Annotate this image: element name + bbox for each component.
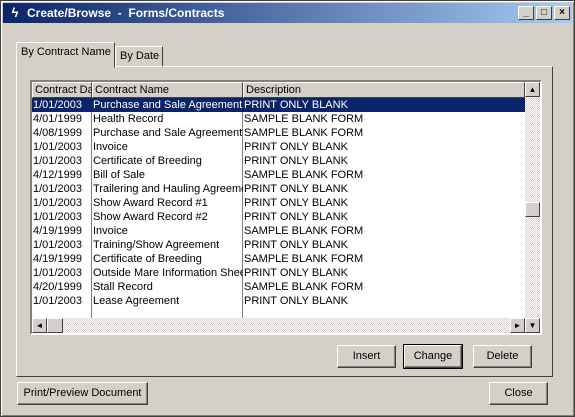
tab-by-contract-name[interactable]: By Contract Name — [16, 42, 115, 68]
column-header-contract-name[interactable]: Contract Name — [92, 82, 243, 98]
minimize-button[interactable]: _ — [518, 6, 534, 20]
scroll-up-icon[interactable]: ▲ — [525, 82, 540, 97]
table-row[interactable]: 1/01/2003 Trailering and Hauling Agreemen… — [32, 182, 525, 196]
table-row[interactable]: 1/01/2003 Lease Agreement PRINT ONLY BLANK — [32, 294, 525, 308]
table-row[interactable]: 4/12/1999 Bill of Sale SAMPLE BLANK FORM — [32, 168, 525, 182]
cell-contract-date: 4/01/1999 — [33, 113, 82, 125]
cell-description: PRINT ONLY BLANK — [244, 183, 348, 195]
cell-description: PRINT ONLY BLANK — [244, 141, 348, 153]
cell-contract-name: Bill of Sale — [93, 169, 145, 181]
vertical-scrollbar[interactable]: ▲ — [525, 82, 540, 318]
cell-contract-name: Invoice — [93, 225, 128, 237]
cell-description: PRINT ONLY BLANK — [244, 99, 348, 111]
horizontal-scroll-thumb[interactable] — [47, 318, 63, 333]
cell-contract-name: Lease Agreement — [93, 295, 180, 307]
scroll-left-icon[interactable]: ◄ — [32, 318, 47, 333]
cell-contract-name: Trailering and Hauling Agreement — [93, 183, 243, 195]
list-header: Contract Date Contract Name Description — [32, 82, 525, 98]
table-row[interactable]: 1/01/2003 Purchase and Sale Agreement PRIN… — [32, 98, 525, 112]
cell-description: SAMPLE BLANK FORM — [244, 281, 364, 293]
cell-contract-date: 1/01/2003 — [33, 183, 82, 195]
cell-contract-date: 1/01/2003 — [33, 141, 82, 153]
table-row[interactable]: 4/19/1999 Certificate of Breeding SAMPLE B… — [32, 252, 525, 266]
cell-description: PRINT ONLY BLANK — [244, 211, 348, 223]
cell-contract-date: 1/01/2003 — [33, 239, 82, 251]
scroll-down-icon[interactable]: ▼ — [525, 318, 540, 333]
print-preview-button[interactable]: Print/Preview Document — [17, 382, 148, 405]
cell-contract-name: Training/Show Agreement — [93, 239, 220, 251]
cell-description: PRINT ONLY BLANK — [244, 267, 348, 279]
table-row[interactable]: 4/20/1999 Stall Record SAMPLE BLANK FORM — [32, 280, 525, 294]
cell-contract-date: 1/01/2003 — [33, 211, 82, 223]
cell-contract-name: Outside Mare Information Sheet — [93, 267, 243, 279]
cell-description: SAMPLE BLANK FORM — [244, 169, 364, 181]
cell-contract-name: Stall Record — [93, 281, 153, 293]
cell-contract-date: 1/01/2003 — [33, 197, 82, 209]
table-row[interactable]: 1/01/2003 Invoice PRINT ONLY BLANK — [32, 140, 525, 154]
contracts-list[interactable]: Contract Date Contract Name Description … — [30, 80, 542, 335]
maximize-button[interactable]: □ — [536, 6, 552, 20]
cell-contract-name: Show Award Record #2 — [93, 211, 208, 223]
cell-contract-name: Show Award Record #1 — [93, 197, 208, 209]
cell-contract-name: Purchase and Sale Agreement — [93, 127, 243, 139]
scroll-right-icon[interactable]: ► — [510, 318, 525, 333]
cell-contract-date: 1/01/2003 — [33, 99, 82, 111]
table-row[interactable]: 1/01/2003 Training/Show Agreement PRINT ON… — [32, 238, 525, 252]
cell-description: SAMPLE BLANK FORM — [244, 253, 364, 265]
column-header-description[interactable]: Description — [243, 82, 525, 98]
cell-description: PRINT ONLY BLANK — [244, 155, 348, 167]
window-title: Create/Browse - Forms/Contracts — [27, 6, 225, 20]
table-row[interactable]: 4/08/1999 Purchase and Sale Agreement SAMP… — [32, 126, 525, 140]
cell-contract-date: 4/19/1999 — [33, 225, 82, 237]
close-button[interactable]: Close — [489, 382, 548, 405]
table-row[interactable]: 4/19/1999 Invoice SAMPLE BLANK FORM — [32, 224, 525, 238]
cell-description: SAMPLE BLANK FORM — [244, 127, 364, 139]
cell-contract-date: 4/08/1999 — [33, 127, 82, 139]
cell-contract-date: 1/01/2003 — [33, 267, 82, 279]
cell-description: PRINT ONLY BLANK — [244, 239, 348, 251]
cell-contract-name: Purchase and Sale Agreement — [93, 99, 243, 111]
title-bar[interactable]: ϟ Create/Browse - Forms/Contracts _ □ × — [3, 3, 572, 23]
horizontal-scrollbar[interactable]: ◄ ► — [32, 318, 525, 333]
cell-description: SAMPLE BLANK FORM — [244, 113, 364, 125]
table-row[interactable]: 4/01/1999 Health Record SAMPLE BLANK FORM — [32, 112, 525, 126]
tab-by-date[interactable]: By Date — [115, 46, 163, 68]
app-lightning-icon[interactable]: ϟ — [7, 5, 23, 21]
vertical-scroll-thumb[interactable] — [525, 202, 540, 217]
cell-description: SAMPLE BLANK FORM — [244, 225, 364, 237]
cell-contract-date: 1/01/2003 — [33, 295, 82, 307]
cell-contract-name: Certificate of Breeding — [93, 253, 202, 265]
column-header-contract-date[interactable]: Contract Date — [32, 82, 92, 98]
cell-contract-name: Invoice — [93, 141, 128, 153]
table-row[interactable]: 1/01/2003 Show Award Record #1 PRINT ONLY … — [32, 196, 525, 210]
cell-contract-name: Certificate of Breeding — [93, 155, 202, 167]
cell-contract-date: 4/20/1999 — [33, 281, 82, 293]
cell-contract-date: 4/19/1999 — [33, 253, 82, 265]
table-row[interactable]: 1/01/2003 Certificate of Breeding PRINT ON… — [32, 154, 525, 168]
cell-description: PRINT ONLY BLANK — [244, 295, 348, 307]
close-window-button[interactable]: × — [554, 6, 570, 20]
cell-contract-name: Health Record — [93, 113, 164, 125]
cell-description: PRINT ONLY BLANK — [244, 197, 348, 209]
table-row[interactable]: 1/01/2003 Outside Mare Information Sheet P… — [32, 266, 525, 280]
scroll-corner: ▼ — [525, 318, 540, 333]
cell-contract-date: 1/01/2003 — [33, 155, 82, 167]
table-row[interactable]: 1/01/2003 Show Award Record #2 PRINT ONLY … — [32, 210, 525, 224]
cell-contract-date: 4/12/1999 — [33, 169, 82, 181]
